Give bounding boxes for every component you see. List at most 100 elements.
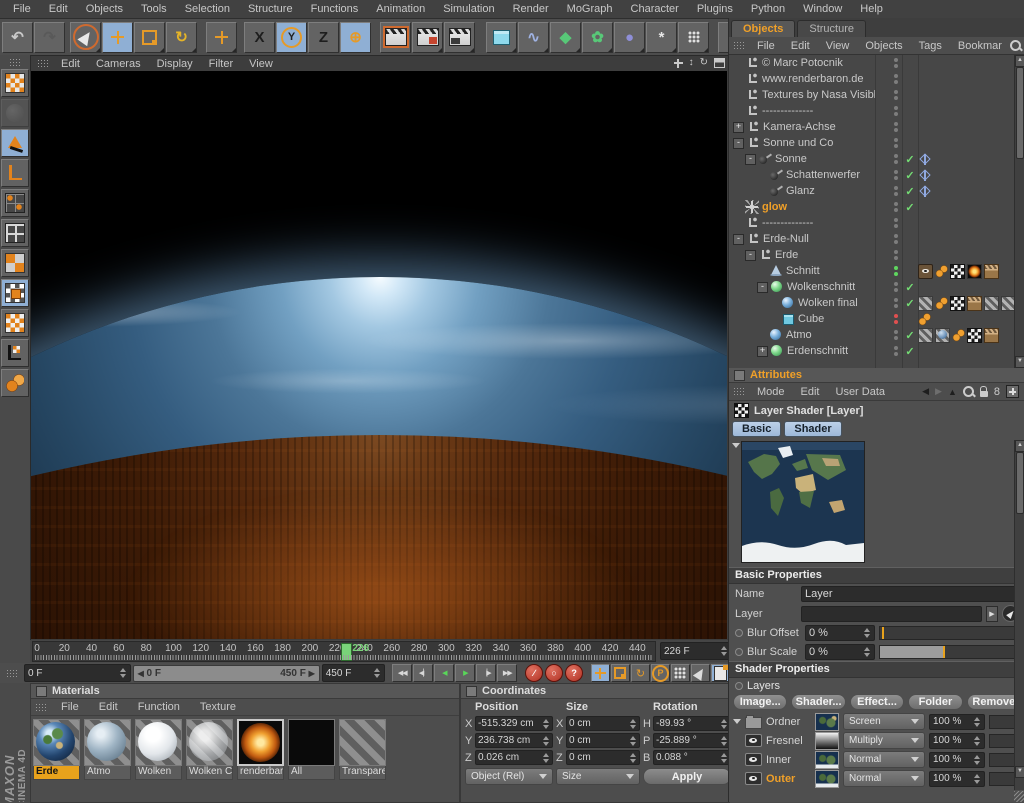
tree-row[interactable]: -------------- [729, 103, 1015, 119]
layer-thumbnail[interactable] [815, 751, 839, 769]
tab-shader[interactable]: Shader [784, 421, 841, 437]
stepper-icon[interactable] [543, 719, 550, 729]
enabled-check-icon[interactable]: ✓ [902, 169, 918, 182]
x-axis-lock-icon[interactable]: X [244, 22, 275, 53]
coord-field[interactable]: 0 cm [566, 733, 640, 748]
attr-menu-user-data[interactable]: User Data [828, 386, 894, 398]
enabled-check-icon[interactable]: ✓ [902, 297, 918, 310]
blur-scale-field[interactable]: 0 % [805, 644, 875, 660]
shader-layer-row[interactable]: OuterNormal100 % [729, 769, 1024, 788]
visibility-dots[interactable] [889, 314, 902, 324]
current-frame-field[interactable]: 226 F [660, 642, 732, 660]
object-label[interactable]: Schattenwerfer [786, 169, 860, 181]
world-map-preview[interactable] [741, 441, 865, 563]
viewport-menu-filter[interactable]: Filter [201, 58, 241, 70]
tree-row[interactable]: +Kamera-Achse [729, 119, 1015, 135]
coord-field[interactable]: 0 cm [566, 750, 640, 765]
visibility-dots[interactable] [889, 122, 902, 132]
phong-tag-icon[interactable] [918, 313, 931, 326]
scrollbar-thumb[interactable] [1016, 452, 1024, 514]
stepper-icon[interactable] [721, 736, 728, 746]
fire-tag-icon[interactable] [967, 264, 982, 279]
coord-mode-dropdown[interactable]: Object (Rel) [465, 768, 553, 785]
panel-grip-icon[interactable] [733, 387, 745, 396]
layer-name[interactable]: Inner [766, 754, 811, 766]
checker-tag-icon[interactable] [950, 264, 965, 279]
render-queue-icon[interactable] [444, 22, 475, 53]
comp-tag-icon[interactable] [984, 264, 999, 279]
make-editable-icon[interactable] [1, 69, 29, 97]
tree-row[interactable]: -Sonne und Co [729, 135, 1015, 151]
tree-row[interactable]: -Sonne✓ [729, 151, 1015, 167]
panel-grip-icon[interactable] [35, 703, 47, 712]
play-forward-button[interactable]: ▶ [455, 664, 475, 682]
object-axis-mode-icon[interactable] [1, 159, 29, 187]
visibility-dots[interactable] [889, 106, 902, 116]
goto-end-button[interactable]: ▶▶ [497, 664, 517, 682]
start-frame-field[interactable]: 0 F [24, 664, 131, 682]
nav-up-icon[interactable]: ▲ [948, 387, 957, 397]
play-backward-button[interactable]: ◀ [434, 664, 454, 682]
menu-help[interactable]: Help [851, 2, 892, 16]
model-mode-icon[interactable] [1, 129, 29, 157]
menu-animation[interactable]: Animation [367, 2, 434, 16]
rotate-view-icon[interactable]: ↻ [700, 58, 708, 68]
object-label[interactable]: -------------- [762, 105, 813, 117]
object-label[interactable]: © Marc Potocnik [762, 57, 843, 69]
object-label[interactable]: Sonne und Co [763, 137, 833, 149]
visibility-dots[interactable] [889, 282, 902, 292]
workplane-mode-icon[interactable] [1, 339, 29, 367]
om-menu-view[interactable]: View [818, 40, 858, 52]
viewport-canvas[interactable] [31, 71, 727, 639]
object-label[interactable]: Wolkenschnitt [787, 281, 855, 293]
collapse-triangle-icon[interactable] [732, 443, 740, 448]
material-thumbnail[interactable] [339, 719, 386, 766]
phong-tag-icon[interactable] [952, 329, 965, 342]
tree-row[interactable]: +Erdenschnitt✓ [729, 343, 1015, 359]
stepper-icon[interactable] [864, 647, 871, 657]
checker-tag-icon[interactable] [967, 328, 982, 343]
goto-start-button[interactable]: ◀◀ [392, 664, 412, 682]
object-label[interactable]: Atmo [786, 329, 812, 341]
panel-grip-icon[interactable] [6, 669, 18, 678]
selection-arrow-button[interactable] [691, 664, 710, 682]
remove-button[interactable]: Remove [967, 694, 1021, 710]
tree-row[interactable]: -Erde-Null [729, 231, 1015, 247]
scrollbar-thumb[interactable] [1016, 67, 1024, 159]
add-panel-icon[interactable] [1006, 385, 1019, 398]
tree-row[interactable]: © Marc Potocnik [729, 55, 1015, 71]
scroll-up-icon[interactable]: ▲ [1015, 55, 1024, 67]
material-thumbnail[interactable] [33, 719, 80, 766]
prev-frame-button[interactable]: ◀▏ [413, 664, 433, 682]
phong-tag-icon[interactable] [935, 297, 948, 310]
effect-button[interactable]: Effect... [850, 694, 904, 710]
y-axis-lock-icon[interactable]: Y [276, 22, 307, 53]
apply-button[interactable]: Apply [643, 768, 731, 785]
scroll-down-icon[interactable]: ▼ [1015, 356, 1024, 368]
coord-field[interactable]: 0.026 cm [475, 750, 553, 765]
target-tag-icon[interactable] [918, 169, 931, 182]
layer-opacity-field[interactable]: 100 % [929, 771, 985, 787]
coord-field[interactable]: 236.738 cm [475, 733, 553, 748]
om-menu-bookmar[interactable]: Bookmar [950, 40, 1010, 52]
key-scale-button[interactable] [611, 664, 630, 682]
stripes-tag-icon[interactable] [1001, 296, 1015, 311]
visibility-dots[interactable] [889, 90, 902, 100]
visibility-dots[interactable] [889, 298, 902, 308]
materials-titlebar[interactable]: Materials [31, 684, 459, 699]
visibility-dots[interactable] [889, 218, 902, 228]
record-objects-button[interactable]: ○ [545, 664, 563, 682]
layer-opacity-field[interactable]: 100 % [929, 714, 985, 730]
enabled-check-icon[interactable]: ✓ [902, 329, 918, 342]
end-frame-field[interactable]: 450 F [322, 664, 385, 682]
menu-mograph[interactable]: MoGraph [558, 2, 622, 16]
object-label[interactable]: glow [762, 201, 787, 213]
polygons-mode-icon[interactable] [1, 249, 29, 277]
primitive-cube-icon[interactable] [486, 22, 517, 53]
image-button[interactable]: Image... [733, 694, 787, 710]
menu-selection[interactable]: Selection [176, 2, 239, 16]
zoom-view-icon[interactable]: ↕ [689, 58, 694, 68]
viewport-menu-display[interactable]: Display [149, 58, 201, 70]
attr-menu-edit[interactable]: Edit [793, 386, 828, 398]
stepper-icon[interactable] [721, 719, 728, 729]
